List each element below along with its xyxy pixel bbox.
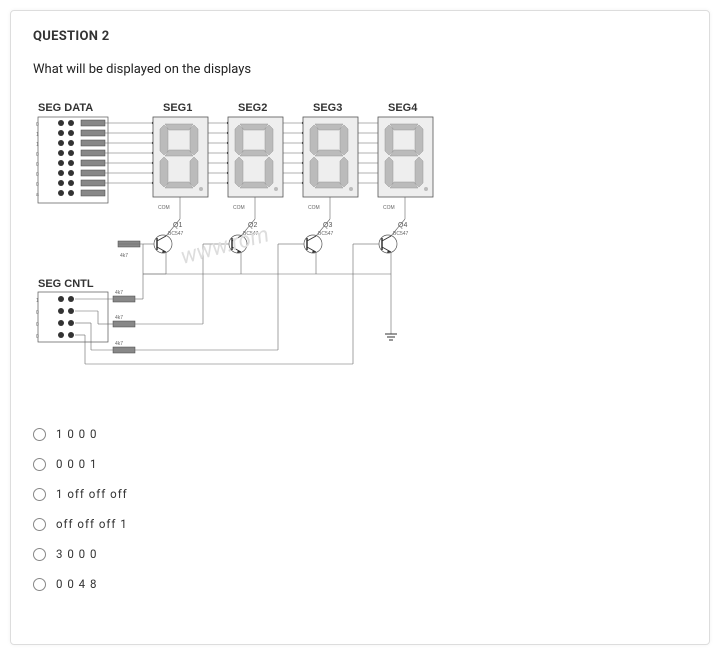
option-3[interactable]: 1 off off off <box>33 479 687 509</box>
option-label: 1 off off off <box>56 487 128 501</box>
answer-options: 1 0 0 0 0 0 0 1 1 off off off off off of… <box>33 419 687 599</box>
svg-text:SEG1: SEG1 <box>163 102 192 114</box>
svg-text:COM: COM <box>233 205 245 211</box>
radio-icon <box>33 548 46 561</box>
svg-text:BC547: BC547 <box>168 231 184 237</box>
svg-text:SEG4: SEG4 <box>388 102 418 114</box>
svg-text:4k7: 4k7 <box>115 341 123 347</box>
svg-text:4k7: 4k7 <box>120 253 128 259</box>
radio-icon <box>33 578 46 591</box>
question-prompt: What will be displayed on the displays <box>33 62 687 77</box>
svg-text:a: a <box>36 192 39 198</box>
seg-data-pins <box>58 120 105 196</box>
option-4[interactable]: off off off 1 <box>33 509 687 539</box>
svg-text:0: 0 <box>36 172 39 178</box>
option-5[interactable]: 3 0 0 0 <box>33 539 687 569</box>
question-title: QUESTION 2 <box>33 29 687 44</box>
seg-cntl-label: SEG CNTL <box>38 278 94 290</box>
svg-text:0: 0 <box>36 334 39 340</box>
option-1[interactable]: 1 0 0 0 <box>33 419 687 449</box>
option-label: 0 0 4 8 <box>56 577 97 591</box>
radio-icon <box>33 428 46 441</box>
svg-text:www.rom: www.rom <box>178 222 272 270</box>
radio-icon <box>33 518 46 531</box>
svg-text:0: 0 <box>36 322 39 328</box>
svg-text:0: 0 <box>36 310 39 316</box>
svg-text:COM: COM <box>308 205 320 211</box>
svg-text:0: 0 <box>36 162 39 168</box>
svg-text:4k7: 4k7 <box>115 290 123 296</box>
svg-text:SEG3: SEG3 <box>313 102 342 114</box>
question-card: QUESTION 2 What will be displayed on the… <box>10 10 710 645</box>
circuit-diagram: SEG DATA 0 1 1 0 0 0 0 a <box>33 99 473 389</box>
svg-text:BC547: BC547 <box>393 231 409 237</box>
svg-text:BC547: BC547 <box>318 231 334 237</box>
svg-text:COM: COM <box>383 205 395 211</box>
option-label: 3 0 0 0 <box>56 547 97 561</box>
option-6[interactable]: 0 0 4 8 <box>33 569 687 599</box>
svg-text:0: 0 <box>36 122 39 128</box>
svg-text:1: 1 <box>36 132 39 138</box>
svg-text:SEG2: SEG2 <box>238 102 267 114</box>
svg-text:0: 0 <box>36 182 39 188</box>
svg-text:COM: COM <box>158 205 170 211</box>
option-label: 1 0 0 0 <box>56 427 97 441</box>
seg-data-label: SEG DATA <box>38 102 93 114</box>
seven-seg-displays: SEG1 COM SEG2 <box>153 102 433 219</box>
option-label: off off off 1 <box>56 517 128 531</box>
svg-text:0: 0 <box>36 152 39 158</box>
svg-text:1: 1 <box>36 142 39 148</box>
svg-text:4k7: 4k7 <box>115 315 123 321</box>
radio-icon <box>33 458 46 471</box>
svg-text:1: 1 <box>36 298 39 304</box>
option-label: 0 0 0 1 <box>56 457 97 471</box>
option-2[interactable]: 0 0 0 1 <box>33 449 687 479</box>
radio-icon <box>33 488 46 501</box>
